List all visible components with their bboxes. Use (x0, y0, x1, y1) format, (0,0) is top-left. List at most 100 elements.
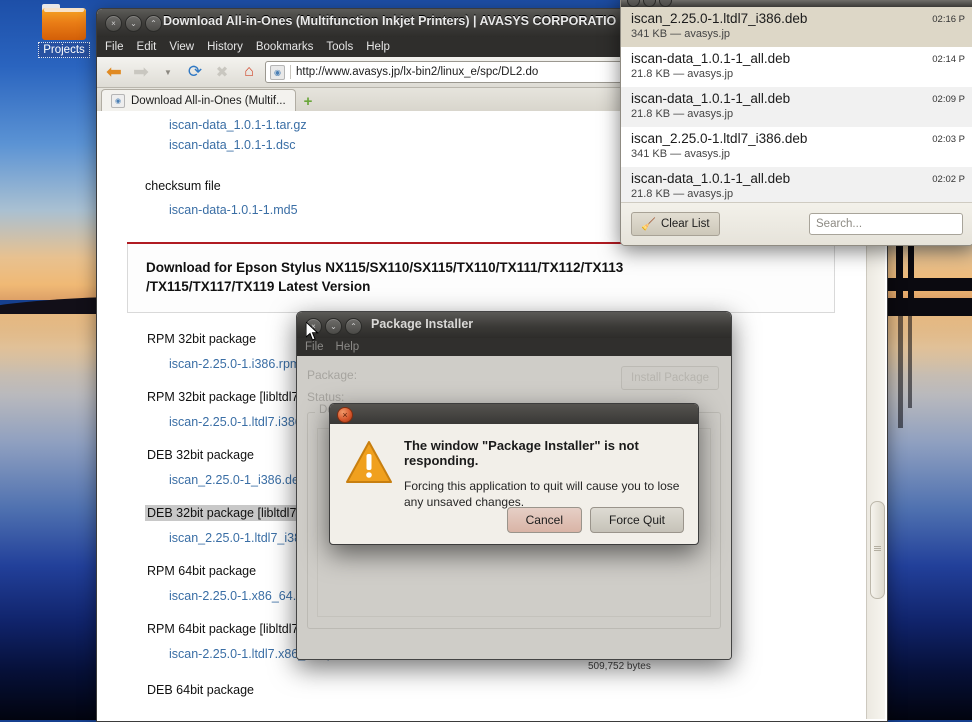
download-meta: 341 KB — avasys.jp (631, 28, 731, 40)
force-quit-buttons: Cancel Force Quit (506, 507, 684, 533)
package-heading: DEB 64bit package (147, 683, 255, 697)
menu-edit[interactable]: Edit (137, 41, 157, 53)
installer-menu-file[interactable]: File (305, 341, 324, 353)
installer-titlebar[interactable]: × ⌄ ⌃ Package Installer (297, 312, 731, 338)
force-quit-button[interactable]: Force Quit (589, 507, 684, 533)
pier-reflection-2 (908, 308, 912, 408)
menu-help[interactable]: Help (366, 41, 390, 53)
download-item[interactable]: iscan_2.25.0-1.ltdl7_i386.deb 341 KB — a… (621, 127, 972, 167)
force-quit-dialog[interactable]: × The window "Package Installer" is not … (329, 403, 699, 545)
package-heading: RPM 64bit package (147, 564, 257, 578)
desktop-icon-label: Projects (38, 42, 90, 58)
downloads-titlebar[interactable] (621, 0, 972, 7)
reload-icon[interactable]: ⟳ (184, 61, 206, 83)
warning-triangle-icon (346, 440, 392, 484)
force-quit-message: Forcing this application to quit will ca… (404, 479, 680, 509)
file-link[interactable]: iscan-data-1.0.1-1.md5 (169, 203, 298, 217)
downloads-footer: 🧹 Clear List Search... (621, 202, 972, 245)
package-heading-selected: DEB 32bit package [libltdl7] ( (145, 505, 310, 521)
installer-menu-help[interactable]: Help (336, 341, 360, 353)
forward-arrow-icon: ➡ (133, 61, 149, 83)
download-time: 02:14 P (932, 54, 965, 65)
browser-minimize-button[interactable]: ⌄ (125, 15, 142, 32)
download-banner: Download for Epson Stylus NX115/SX110/SX… (127, 244, 835, 313)
new-tab-button[interactable]: + (304, 94, 313, 109)
menu-view[interactable]: View (169, 41, 194, 53)
package-heading: RPM 32bit package [libltdl7] ( (147, 390, 310, 404)
menu-tools[interactable]: Tools (326, 41, 353, 53)
downloads-window-controls[interactable] (627, 0, 672, 7)
installer-status-label: Status: (307, 390, 345, 404)
cancel-button[interactable]: Cancel (506, 507, 582, 533)
download-time: 02:09 P (932, 94, 965, 105)
tab-download-allinones[interactable]: ◉ Download All-in-Ones (Multif... (101, 89, 296, 112)
url-text: http://www.avasys.jp/lx-bin2/linux_e/spc… (296, 66, 539, 78)
installer-menubar[interactable]: File Help (297, 338, 731, 356)
browser-close-button[interactable]: × (105, 15, 122, 32)
download-time: 02:16 P (932, 14, 965, 25)
tab-label: Download All-in-Ones (Multif... (131, 95, 286, 107)
folder-icon (42, 4, 86, 40)
download-item[interactable]: iscan_2.25.0-1.ltdl7_i386.deb 341 KB — a… (621, 7, 972, 47)
browser-window-controls[interactable]: × ⌄ ⌃ (105, 15, 162, 32)
home-icon[interactable]: ⌂ (238, 61, 260, 83)
installer-package-label: Package: (307, 368, 358, 382)
file-size-note: 509,752 bytes (588, 661, 651, 672)
tab-favicon-icon: ◉ (111, 94, 125, 108)
mouse-cursor (305, 320, 320, 342)
package-heading: DEB 32bit package (147, 448, 255, 462)
banner-line-2: /TX115/TX117/TX119 Latest Version (146, 279, 371, 294)
installer-minimize-button[interactable]: ⌄ (325, 318, 342, 335)
downloads-list[interactable]: iscan_2.25.0-1.ltdl7_i386.deb 341 KB — a… (621, 7, 972, 203)
force-quit-heading: The window "Package Installer" is not re… (404, 438, 639, 468)
download-meta: 21.8 KB — avasys.jp (631, 188, 734, 200)
download-filename: iscan_2.25.0-1.ltdl7_i386.deb (631, 131, 808, 146)
downloads-close-button[interactable] (627, 0, 640, 7)
install-package-button[interactable]: Install Package (621, 366, 719, 390)
broom-icon: 🧹 (641, 217, 656, 231)
pier-deck (880, 278, 972, 291)
download-item[interactable]: iscan-data_1.0.1-1_all.deb 21.8 KB — ava… (621, 47, 972, 87)
file-link[interactable]: iscan-data_1.0.1-1.dsc (169, 138, 295, 152)
force-quit-titlebar[interactable]: × (330, 404, 698, 424)
downloads-window[interactable]: iscan_2.25.0-1.ltdl7_i386.deb 341 KB — a… (620, 0, 972, 246)
menu-bookmarks[interactable]: Bookmarks (256, 41, 314, 53)
download-meta: 21.8 KB — avasys.jp (631, 68, 734, 80)
close-icon[interactable]: × (337, 407, 353, 423)
downloads-maximize-button[interactable] (659, 0, 672, 7)
installer-window-title: Package Installer (371, 317, 474, 331)
download-time: 02:02 P (932, 174, 965, 185)
stop-icon: ✖ (215, 64, 229, 81)
browser-maximize-button[interactable]: ⌃ (145, 15, 162, 32)
desktop-icon-projects[interactable]: Projects (36, 4, 92, 58)
download-item[interactable]: iscan-data_1.0.1-1_all.deb 21.8 KB — ava… (621, 87, 972, 127)
package-heading: RPM 32bit package (147, 332, 257, 346)
download-meta: 341 KB — avasys.jp (631, 148, 731, 160)
browser-scrollbar-thumb[interactable] (870, 501, 885, 599)
downloads-search-input[interactable]: Search... (809, 213, 963, 235)
menu-history[interactable]: History (207, 41, 243, 53)
back-arrow-icon[interactable]: ⬅ (103, 61, 125, 83)
file-link[interactable]: iscan-data_1.0.1-1.tar.gz (169, 118, 307, 132)
menu-file[interactable]: File (105, 41, 124, 53)
download-meta: 21.8 KB — avasys.jp (631, 108, 734, 120)
history-dropdown-icon[interactable]: ▼ (157, 61, 179, 83)
pier-post-right (908, 246, 914, 304)
download-filename: iscan-data_1.0.1-1_all.deb (631, 91, 791, 106)
download-item[interactable]: iscan-data_1.0.1-1_all.deb 21.8 KB — ava… (621, 167, 972, 203)
pier-post-left (896, 244, 903, 304)
download-time: 02:03 P (932, 134, 965, 145)
clear-list-label: Clear List (660, 218, 710, 230)
installer-maximize-button[interactable]: ⌃ (345, 318, 362, 335)
package-block: DEB 64bit package (97, 681, 865, 699)
downloads-minimize-button[interactable] (643, 0, 656, 7)
site-favicon-icon: ◉ (270, 64, 285, 80)
downloads-search-placeholder: Search... (816, 218, 863, 230)
package-heading: RPM 64bit package [libltdl7] ( (147, 622, 310, 636)
download-filename: iscan-data_1.0.1-1_all.deb (631, 51, 791, 66)
pier-reflection (898, 308, 903, 428)
download-filename: iscan-data_1.0.1-1_all.deb (631, 171, 791, 186)
clear-list-button[interactable]: 🧹 Clear List (631, 212, 720, 236)
download-filename: iscan_2.25.0-1.ltdl7_i386.deb (631, 11, 808, 26)
pier-shore-band (880, 298, 972, 316)
